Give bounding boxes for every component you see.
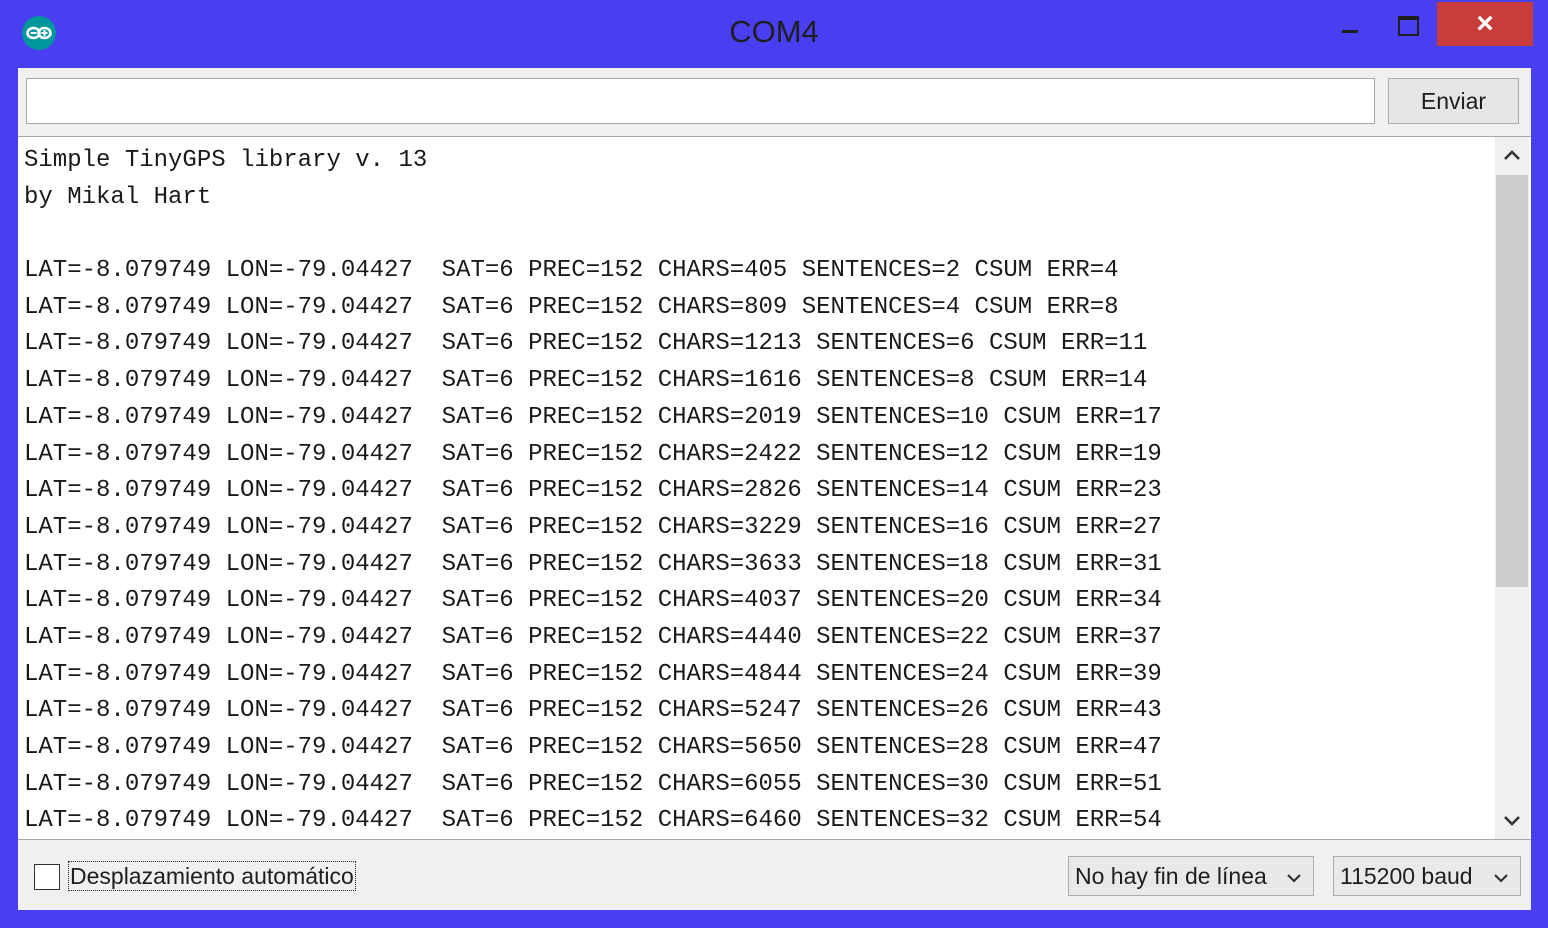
console-line: LAT=-8.079749 LON=-79.04427 SAT=6 PREC=1… [24, 367, 1148, 395]
footer-bar: Desplazamiento automático No hay fin de … [18, 842, 1531, 910]
baud-rate-select[interactable]: 115200 baud [1333, 856, 1521, 896]
scroll-thumb[interactable] [1496, 175, 1528, 587]
chevron-down-icon [1287, 874, 1301, 883]
console-line: LAT=-8.079749 LON=-79.04427 SAT=6 PREC=1… [24, 440, 1162, 468]
chevron-down-icon [1504, 816, 1520, 826]
console-text: Simple TinyGPS library v. 13 by Mikal Har… [24, 143, 1494, 835]
console-line: LAT=-8.079749 LON=-79.04427 SAT=6 PREC=1… [24, 697, 1162, 725]
console-line: Simple TinyGPS library v. 13 [24, 147, 428, 174]
window-title: COM4 [729, 14, 819, 49]
autoscroll-checkbox[interactable] [34, 864, 60, 890]
scroll-down-button[interactable] [1495, 803, 1529, 839]
console-line: LAT=-8.079749 LON=-79.04427 SAT=6 PREC=1… [24, 513, 1162, 541]
console-line: LAT=-8.079749 LON=-79.04427 SAT=6 PREC=1… [24, 550, 1162, 578]
maximize-button[interactable] [1380, 2, 1436, 46]
send-button[interactable]: Enviar [1388, 78, 1519, 124]
console-line: LAT=-8.079749 LON=-79.04427 SAT=6 PREC=1… [24, 623, 1162, 651]
title-bar[interactable]: COM4 × [0, 0, 1548, 66]
serial-monitor-window: COM4 × Enviar Simple TinyGPS library v. … [0, 0, 1548, 928]
baud-rate-value: 115200 baud [1340, 863, 1473, 889]
close-button[interactable]: × [1437, 2, 1533, 46]
console-line: LAT=-8.079749 LON=-79.04427 SAT=6 PREC=1… [24, 257, 1119, 285]
autoscroll-label[interactable]: Desplazamiento automático [68, 861, 356, 891]
chevron-up-icon [1504, 150, 1520, 160]
client-area: Enviar Simple TinyGPS library v. 13 by Mi… [18, 68, 1531, 910]
console-line: LAT=-8.079749 LON=-79.04427 SAT=6 PREC=1… [24, 330, 1148, 358]
vertical-scrollbar[interactable] [1495, 137, 1529, 839]
chevron-down-icon [1494, 874, 1508, 883]
console-line: by Mikal Hart [24, 183, 212, 211]
line-ending-select[interactable]: No hay fin de línea [1068, 856, 1314, 896]
console-line: LAT=-8.079749 LON=-79.04427 SAT=6 PREC=1… [24, 734, 1162, 761]
send-input[interactable] [26, 78, 1375, 124]
minimize-button[interactable] [1322, 2, 1378, 46]
serial-output[interactable]: Simple TinyGPS library v. 13 by Mikal Har… [18, 136, 1531, 840]
console-line: LAT=-8.079749 LON=-79.04427 SAT=6 PREC=1… [24, 660, 1162, 688]
scroll-up-button[interactable] [1495, 137, 1529, 173]
line-ending-value: No hay fin de línea [1075, 863, 1267, 889]
console-line: LAT=-8.079749 LON=-79.04427 SAT=6 PREC=1… [24, 293, 1119, 321]
close-icon: × [1476, 7, 1494, 40]
console-line: LAT=-8.079749 LON=-79.04427 SAT=6 PREC=1… [24, 477, 1162, 505]
console-line: LAT=-8.079749 LON=-79.04427 SAT=6 PREC=1… [24, 403, 1162, 431]
console-line: LAT=-8.079749 LON=-79.04427 SAT=6 PREC=1… [24, 770, 1162, 798]
console-line: LAT=-8.079749 LON=-79.04427 SAT=6 PREC=1… [24, 807, 1162, 835]
console-line: LAT=-8.079749 LON=-79.04427 SAT=6 PREC=1… [24, 587, 1162, 615]
